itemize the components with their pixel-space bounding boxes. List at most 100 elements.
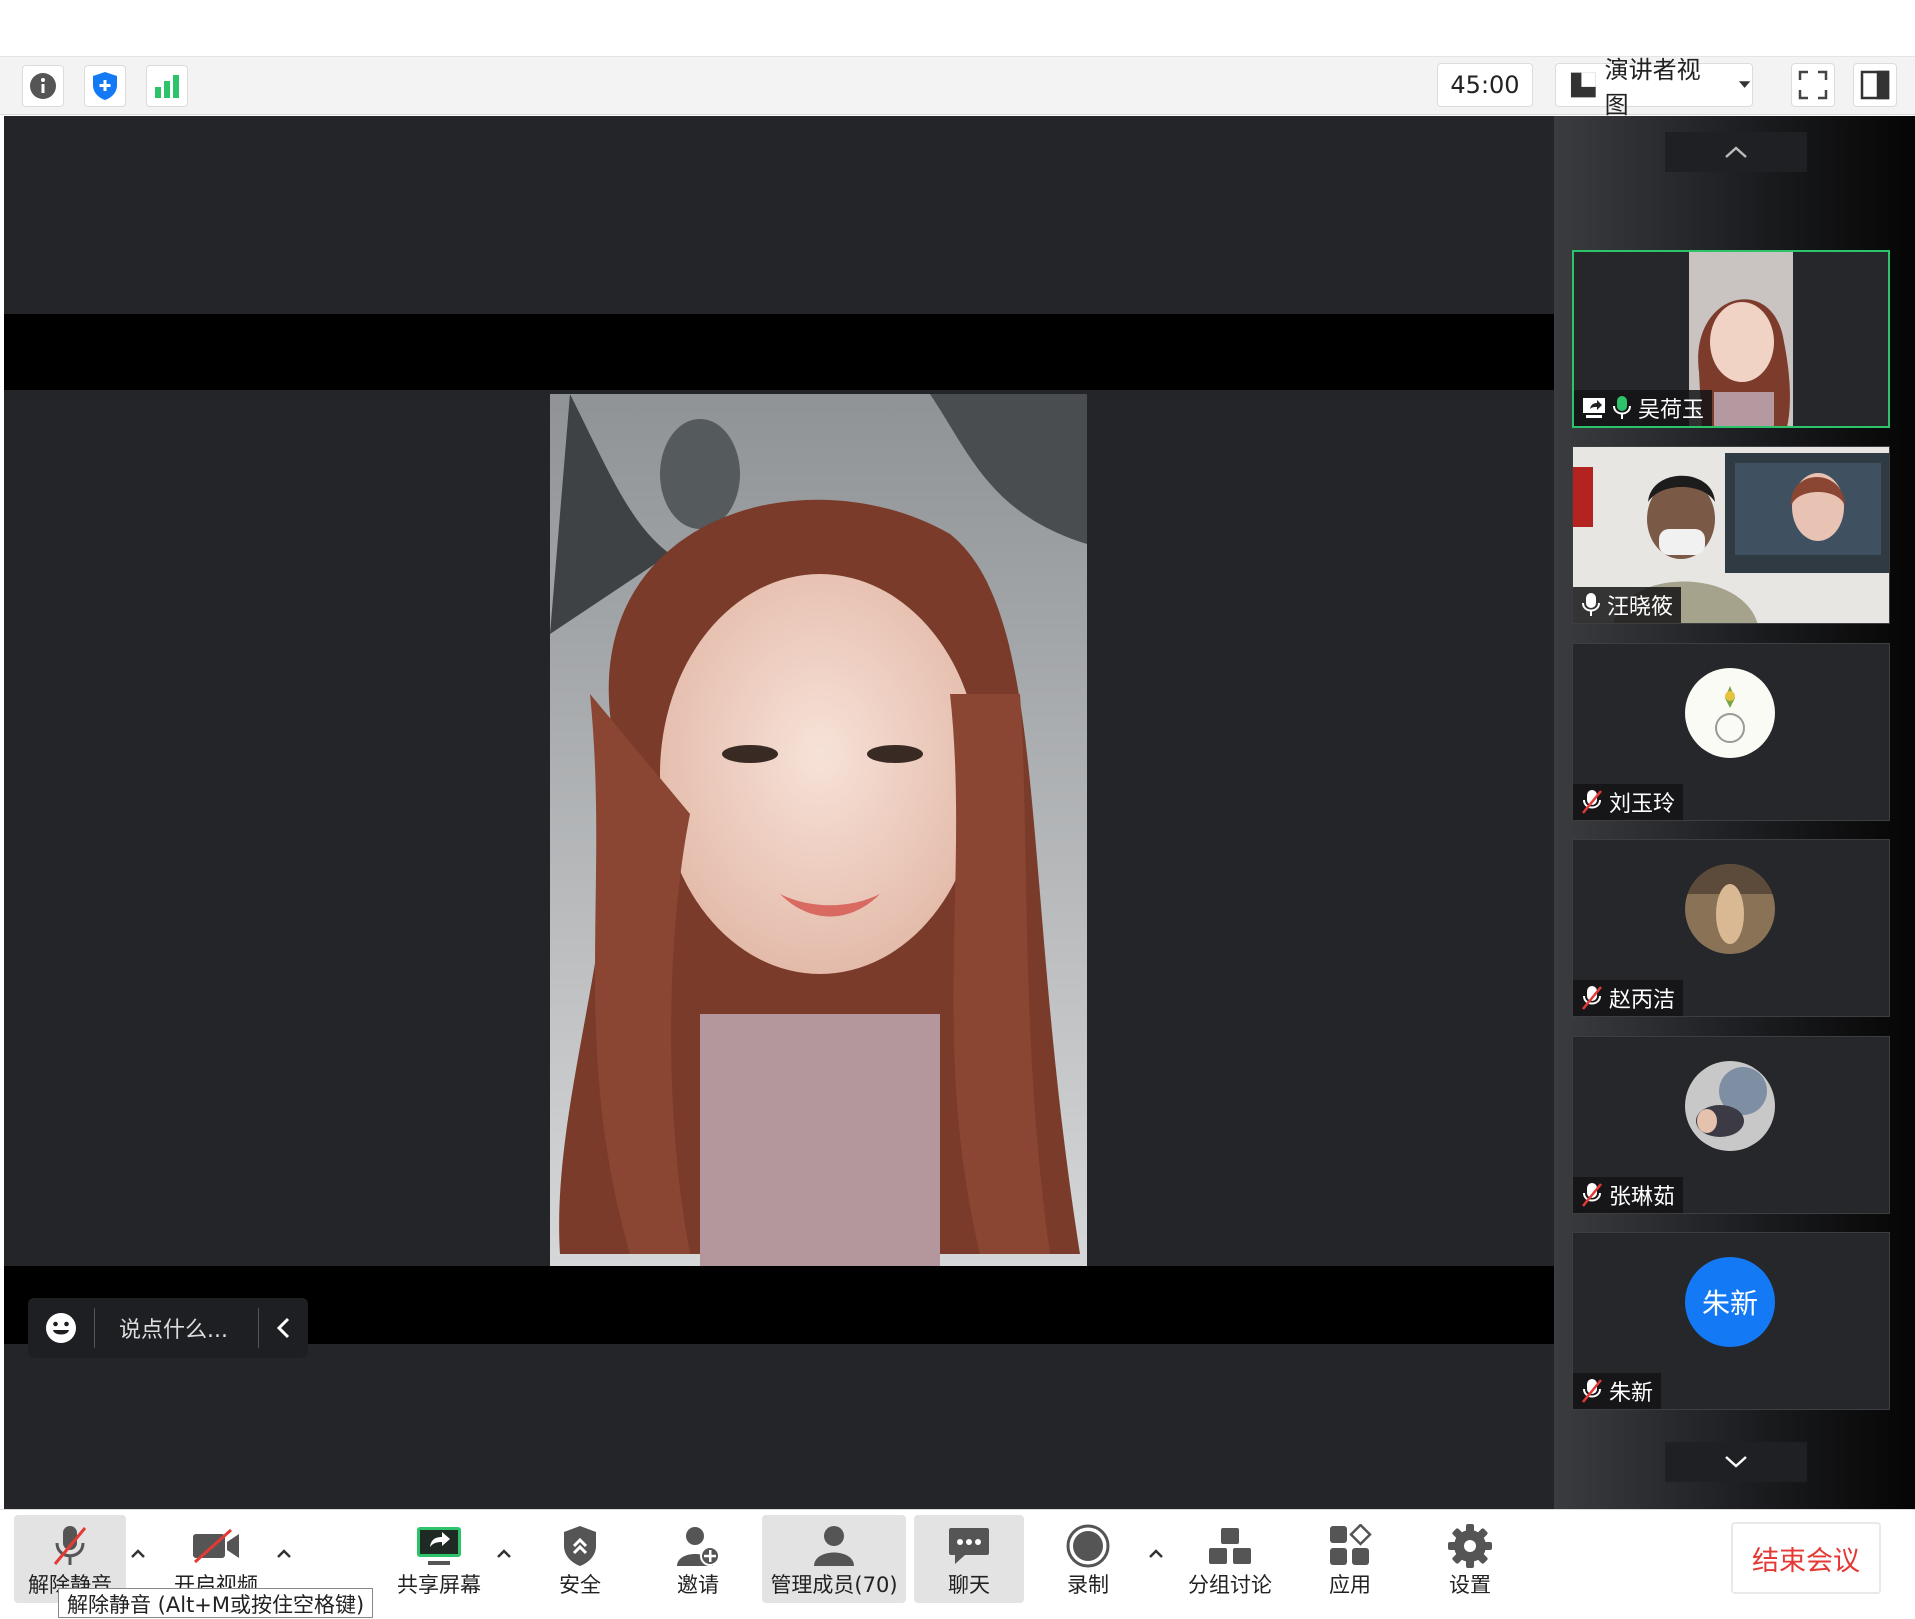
apps-button[interactable]: 应用 [1310, 1515, 1390, 1603]
security-label: 安全 [559, 1573, 601, 1597]
participant-nameplate: 赵丙洁 [1573, 980, 1684, 1016]
microphone-muted-icon [1582, 790, 1602, 814]
unmute-tooltip: 解除静音 (Alt+M或按住空格键) [58, 1588, 374, 1618]
quick-chat-bar[interactable]: 说点什么... [28, 1298, 308, 1358]
speaker-view-icon [1570, 72, 1596, 98]
screen-share-icon [1583, 398, 1605, 418]
network-status-button[interactable] [146, 65, 188, 107]
letterbox-top [4, 314, 1554, 390]
participant-tile-4[interactable]: 赵丙洁 [1572, 839, 1890, 1017]
avatar-image [1685, 864, 1775, 954]
dropdown-caret-icon [1738, 81, 1751, 88]
chevron-up-icon [1725, 146, 1747, 158]
video-options-caret-icon[interactable] [274, 1544, 294, 1564]
gallery-scroll-up-button[interactable] [1665, 132, 1807, 172]
fullscreen-icon [1798, 70, 1828, 100]
toggle-sidebar-button[interactable] [1853, 63, 1897, 107]
emoji-smile-icon [46, 1313, 76, 1343]
encryption-button[interactable] [84, 65, 126, 107]
participant-nameplate: 朱新 [1573, 1373, 1662, 1409]
participant-avatar [1685, 1061, 1775, 1151]
breakout-rooms-icon [1209, 1528, 1251, 1564]
video-camera-off-icon [193, 1528, 239, 1564]
participant-tile-6[interactable]: 朱新 朱新 [1572, 1232, 1890, 1410]
main-video-stage: 说点什么... [4, 116, 1554, 1509]
end-meeting-button[interactable]: 结束会议 [1731, 1522, 1881, 1594]
participant-avatar [1685, 864, 1775, 954]
participant-name: 朱新 [1609, 1381, 1654, 1406]
chat-label: 聊天 [948, 1573, 990, 1597]
breakout-rooms-label: 分组讨论 [1188, 1573, 1272, 1597]
meeting-timer: 45:00 [1437, 63, 1533, 107]
record-button[interactable]: 录制 [1048, 1515, 1128, 1603]
microphone-muted-icon [1582, 1183, 1602, 1207]
apps-label: 应用 [1329, 1573, 1371, 1597]
participant-gallery: 吴荷玉 汪晓筱 刘玉玲 赵丙洁 张琳茹 朱新 朱新 [1554, 116, 1915, 1509]
view-mode-label: 演讲者视图 [1604, 56, 1701, 119]
avatar-image [1685, 1061, 1775, 1151]
info-icon [30, 73, 56, 99]
emoji-button[interactable] [28, 1311, 94, 1345]
participant-name: 吴荷玉 [1638, 398, 1705, 423]
participant-nameplate: 刘玉玲 [1573, 784, 1684, 820]
chat-input[interactable]: 说点什么... [95, 1312, 258, 1344]
speaker-video-frame [550, 394, 1087, 1266]
share-screen-button[interactable]: 共享屏幕 [380, 1515, 498, 1603]
settings-label: 设置 [1449, 1573, 1491, 1597]
record-icon [1066, 1524, 1110, 1568]
microphone-muted-icon [1582, 1379, 1602, 1403]
meeting-control-bar: 解除静音 开启视频 共享屏幕 安全 邀请 管理成员(70) 聊天 录制 分组讨论… [0, 1509, 1915, 1618]
chevron-left-icon [276, 1317, 289, 1339]
participants-icon [814, 1526, 854, 1566]
meeting-top-toolbar: 45:00 演讲者视图 [0, 56, 1915, 119]
meeting-info-button[interactable] [22, 65, 64, 107]
manage-participants-label: 管理成员(70) [770, 1573, 898, 1597]
participant-nameplate: 汪晓筱 [1573, 587, 1682, 623]
share-screen-label: 共享屏幕 [397, 1573, 481, 1597]
participant-avatar-initials: 朱新 [1685, 1257, 1775, 1347]
participant-tile-5[interactable]: 张琳茹 [1572, 1036, 1890, 1214]
avatar-image [1685, 668, 1775, 758]
participant-tile-3[interactable]: 刘玉玲 [1572, 643, 1890, 821]
signal-bars-icon [155, 75, 179, 98]
microphone-active-icon [1613, 396, 1631, 419]
record-options-caret-icon[interactable] [1146, 1544, 1166, 1564]
participant-name: 赵丙洁 [1609, 988, 1676, 1013]
participant-name: 张琳茹 [1609, 1185, 1676, 1210]
collapse-chat-button[interactable] [258, 1308, 308, 1348]
record-label: 录制 [1067, 1573, 1109, 1597]
shield-icon [93, 72, 117, 100]
participant-nameplate: 张琳茹 [1573, 1177, 1684, 1213]
speaker-video [550, 394, 1087, 1266]
fullscreen-button[interactable] [1791, 63, 1835, 107]
share-options-caret-icon[interactable] [494, 1544, 514, 1564]
gallery-scroll-down-button[interactable] [1665, 1442, 1807, 1482]
share-screen-icon [417, 1527, 461, 1565]
audio-options-caret-icon[interactable] [128, 1544, 148, 1564]
participant-name: 汪晓筱 [1607, 595, 1674, 620]
participant-tile-2[interactable]: 汪晓筱 [1572, 446, 1890, 624]
invite-button[interactable]: 邀请 [658, 1515, 738, 1603]
window-title-bar [0, 0, 1915, 57]
chevron-down-icon [1725, 1456, 1747, 1468]
apps-icon [1330, 1524, 1372, 1565]
security-button[interactable]: 安全 [540, 1515, 620, 1603]
sidebar-panel-icon [1860, 70, 1890, 100]
microphone-muted-icon [1582, 986, 1602, 1010]
participant-avatar [1685, 668, 1775, 758]
settings-button[interactable]: 设置 [1430, 1515, 1510, 1603]
invite-label: 邀请 [677, 1573, 719, 1597]
gear-icon [1448, 1524, 1492, 1568]
participant-nameplate: 吴荷玉 [1574, 390, 1713, 426]
microphone-muted-icon [53, 1526, 87, 1565]
security-shield-icon [564, 1526, 596, 1566]
chat-bubble-icon [949, 1528, 989, 1564]
manage-participants-button[interactable]: 管理成员(70) [762, 1515, 906, 1603]
view-mode-select[interactable]: 演讲者视图 [1555, 56, 1753, 119]
add-user-icon [677, 1527, 720, 1566]
participant-tile-1[interactable]: 吴荷玉 [1572, 250, 1890, 428]
participant-name: 刘玉玲 [1609, 792, 1676, 817]
breakout-rooms-button[interactable]: 分组讨论 [1180, 1515, 1280, 1603]
microphone-icon [1582, 593, 1600, 616]
chat-button[interactable]: 聊天 [914, 1515, 1024, 1603]
